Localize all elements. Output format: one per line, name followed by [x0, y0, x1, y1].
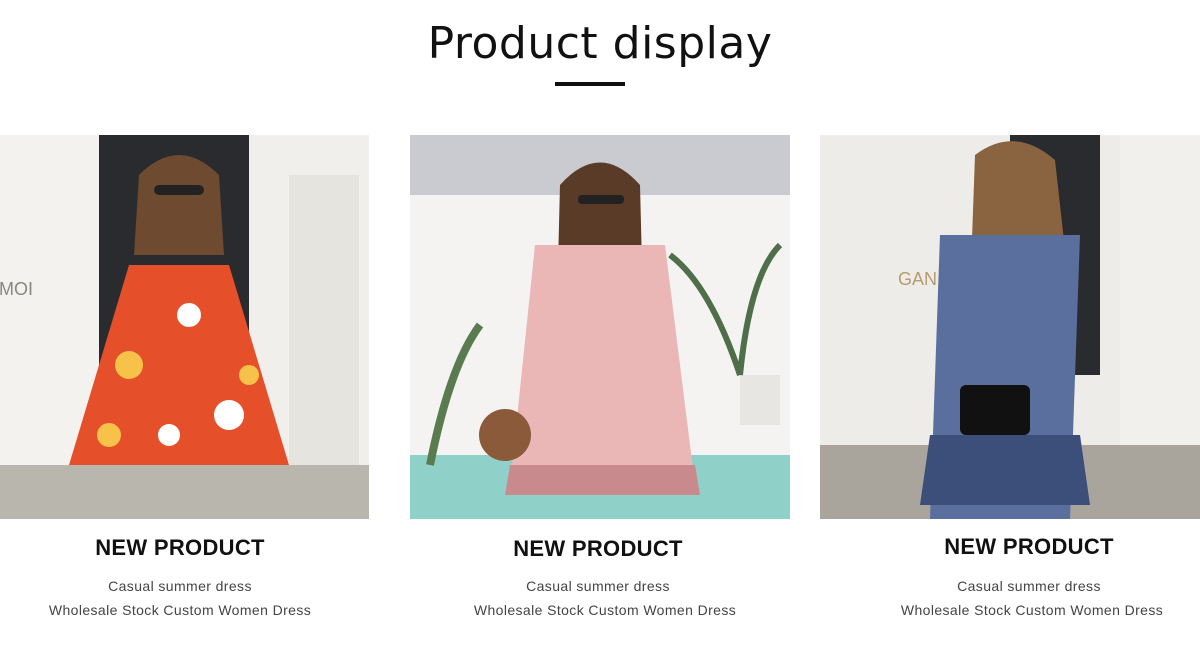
title-underline: [555, 82, 625, 86]
product-card-3-image[interactable]: GAN: [820, 135, 1200, 519]
product-1-badge: NEW PRODUCT: [95, 535, 265, 560]
product-card-2-image[interactable]: [410, 135, 790, 519]
product-card-1-image[interactable]: MOI: [0, 135, 369, 519]
product-3-subtitle: Casual summer dress: [957, 578, 1101, 594]
product-1-description: Wholesale Stock Custom Women Dress: [48, 602, 312, 618]
product-2-description: Wholesale Stock Custom Women Dress: [473, 602, 737, 618]
product-2-badge: NEW PRODUCT: [513, 536, 683, 561]
page-title: Product display: [427, 18, 773, 69]
svg-text:GAN: GAN: [898, 269, 937, 289]
dress-shape: [510, 245, 695, 485]
product-3-badge: NEW PRODUCT: [944, 534, 1114, 559]
product-3-description: Wholesale Stock Custom Women Dress: [900, 602, 1164, 618]
product-2-subtitle: Casual summer dress: [526, 578, 670, 594]
product-1-subtitle: Casual summer dress: [108, 578, 252, 594]
svg-text:MOI: MOI: [0, 279, 33, 299]
